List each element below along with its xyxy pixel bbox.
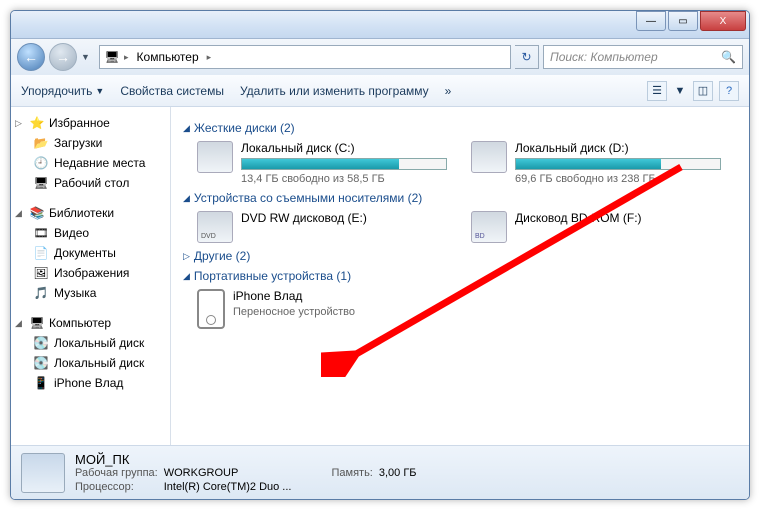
device-iphone[interactable]: iPhone Влад Переносное устройство <box>197 289 355 329</box>
annotation-arrow <box>321 157 691 377</box>
drive-name: Дисковод BD-ROM (F:) <box>515 211 721 225</box>
organize-button[interactable]: Упорядочить▼ <box>21 84 104 98</box>
explorer-window: — ▭ X ← → ▼ 🖥 ▸ Компьютер ▸ ↻ Поиск: Ком… <box>10 10 750 500</box>
details-name: МОЙ_ПК <box>75 452 291 467</box>
toolbar: Упорядочить▼ Свойства системы Удалить ил… <box>11 75 749 107</box>
video-icon: 🎞 <box>33 225 49 241</box>
desktop-icon: 🖥 <box>33 175 49 191</box>
memory-label: Память: <box>331 467 372 479</box>
search-placeholder: Поиск: Компьютер <box>550 50 658 64</box>
phone-icon: 📱 <box>33 375 49 391</box>
usage-bar <box>241 158 447 170</box>
back-button[interactable]: ← <box>17 43 45 71</box>
search-input[interactable]: Поиск: Компьютер 🔍 <box>543 45 743 69</box>
sidebar-drive-d[interactable]: 💽Локальный диск <box>11 353 170 373</box>
hdd-icon <box>197 141 233 173</box>
drive-sub: 13,4 ГБ свободно из 58,5 ГБ <box>241 173 447 185</box>
sidebar-recent[interactable]: 🕘Недавние места <box>11 153 170 173</box>
computer-icon: 🖥 <box>104 49 120 65</box>
search-icon: 🔍 <box>721 50 736 64</box>
drive-bd[interactable]: Дисковод BD-ROM (F:) <box>471 211 721 243</box>
sidebar-drive-c[interactable]: 💽Локальный диск <box>11 333 170 353</box>
picture-icon: 🖼 <box>33 265 49 281</box>
computer-large-icon <box>21 453 65 493</box>
music-icon: 🎵 <box>33 285 49 301</box>
maximize-button[interactable]: ▭ <box>668 11 698 31</box>
library-icon: 📚 <box>29 205 45 221</box>
usage-bar <box>515 158 721 170</box>
sidebar: ▷⭐Избранное 📂Загрузки 🕘Недавние места 🖥Р… <box>11 107 171 445</box>
breadcrumb-sep-icon: ▸ <box>124 52 129 63</box>
section-hard-drives[interactable]: ◢Жесткие диски (2) <box>183 121 737 135</box>
sidebar-iphone[interactable]: 📱iPhone Влад <box>11 373 170 393</box>
toolbar-more[interactable]: » <box>445 84 452 98</box>
device-name: iPhone Влад <box>233 289 355 303</box>
star-icon: ⭐ <box>29 115 45 131</box>
close-button[interactable]: X <box>700 11 746 31</box>
section-other[interactable]: ▷Другие (2) <box>183 249 737 263</box>
sidebar-desktop[interactable]: 🖥Рабочий стол <box>11 173 170 193</box>
main-content: ◢Жесткие диски (2) Локальный диск (C:) 1… <box>171 107 749 445</box>
bd-icon <box>471 211 507 243</box>
cpu-label: Процессор: <box>75 481 158 493</box>
window-controls: — ▭ X <box>634 11 746 31</box>
sidebar-pictures[interactable]: 🖼Изображения <box>11 263 170 283</box>
section-removable[interactable]: ◢Устройства со съемными носителями (2) <box>183 191 737 205</box>
history-dropdown[interactable]: ▼ <box>81 52 95 62</box>
hdd-icon <box>471 141 507 173</box>
minimize-button[interactable]: — <box>636 11 666 31</box>
phone-icon <box>197 289 225 329</box>
refresh-button[interactable]: ↻ <box>515 45 539 69</box>
device-sub: Переносное устройство <box>233 306 355 318</box>
forward-button[interactable]: → <box>49 43 77 71</box>
view-button[interactable]: ☰ <box>647 81 667 101</box>
sidebar-documents[interactable]: 📄Документы <box>11 243 170 263</box>
preview-pane-button[interactable]: ◫ <box>693 81 713 101</box>
sidebar-downloads[interactable]: 📂Загрузки <box>11 133 170 153</box>
document-icon: 📄 <box>33 245 49 261</box>
sidebar-videos[interactable]: 🎞Видео <box>11 223 170 243</box>
cpu-value: Intel(R) Core(TM)2 Duo ... <box>164 481 292 493</box>
drive-icon: 💽 <box>33 355 49 371</box>
dvd-icon <box>197 211 233 243</box>
drive-icon: 💽 <box>33 335 49 351</box>
folder-icon: 📂 <box>33 135 49 151</box>
uninstall-button[interactable]: Удалить или изменить программу <box>240 84 429 98</box>
details-pane: МОЙ_ПК Рабочая группа: WORKGROUP Процессо… <box>11 445 749 499</box>
navbar: ← → ▼ 🖥 ▸ Компьютер ▸ ↻ Поиск: Компьютер… <box>11 39 749 75</box>
drive-name: DVD RW дисковод (E:) <box>241 211 447 225</box>
drive-sub: 69,6 ГБ свободно из 238 ГБ <box>515 173 721 185</box>
system-properties-button[interactable]: Свойства системы <box>120 84 224 98</box>
breadcrumb-computer[interactable]: Компьютер <box>133 50 203 64</box>
sidebar-computer[interactable]: ◢🖥Компьютер <box>11 313 170 333</box>
sidebar-music[interactable]: 🎵Музыка <box>11 283 170 303</box>
memory-value: 3,00 ГБ <box>379 467 417 479</box>
drive-d[interactable]: Локальный диск (D:) 69,6 ГБ свободно из … <box>471 141 721 185</box>
address-bar[interactable]: 🖥 ▸ Компьютер ▸ <box>99 45 511 69</box>
drive-name: Локальный диск (D:) <box>515 141 721 155</box>
drive-name: Локальный диск (C:) <box>241 141 447 155</box>
drive-dvd[interactable]: DVD RW дисковод (E:) <box>197 211 447 243</box>
sidebar-favorites[interactable]: ▷⭐Избранное <box>11 113 170 133</box>
recent-icon: 🕘 <box>33 155 49 171</box>
workgroup-label: Рабочая группа: <box>75 467 158 479</box>
sidebar-libraries[interactable]: ◢📚Библиотеки <box>11 203 170 223</box>
view-dropdown[interactable]: ▼ <box>673 81 687 101</box>
computer-icon: 🖥 <box>29 315 45 331</box>
help-button[interactable]: ? <box>719 81 739 101</box>
drive-c[interactable]: Локальный диск (C:) 13,4 ГБ свободно из … <box>197 141 447 185</box>
section-portable[interactable]: ◢Портативные устройства (1) <box>183 269 737 283</box>
breadcrumb-sep-icon: ▸ <box>207 52 212 63</box>
titlebar: — ▭ X <box>11 11 749 39</box>
workgroup-value: WORKGROUP <box>164 467 292 479</box>
